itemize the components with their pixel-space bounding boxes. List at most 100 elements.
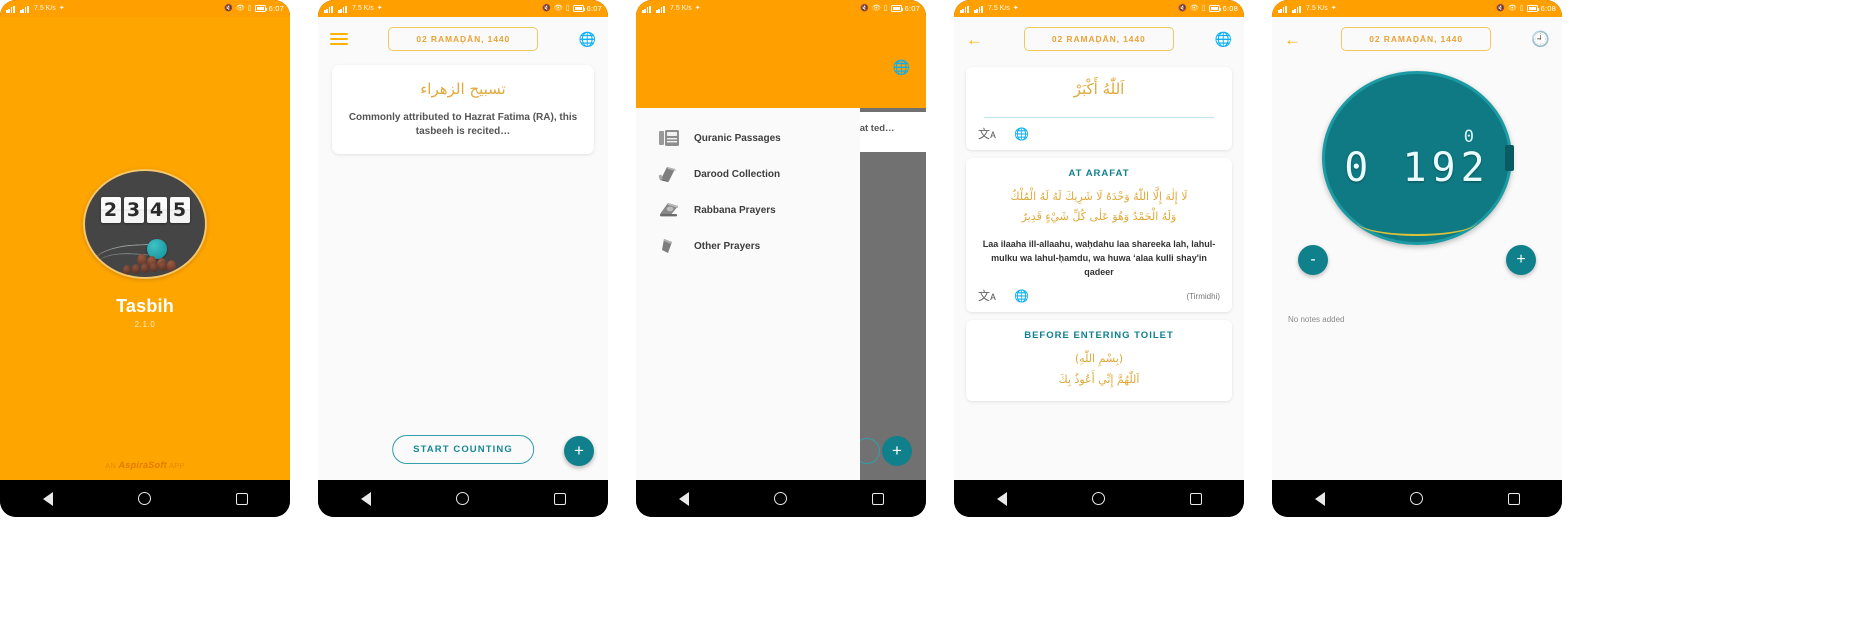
nav-home-icon[interactable] [1409, 492, 1423, 505]
status-bar-left: 7.5 K/s ✦ [1278, 5, 1337, 13]
drawer-item-rabbana-prayers[interactable]: Rabbana Prayers [636, 192, 860, 228]
status-bar-clock: 6:07 [268, 4, 284, 13]
dua-card[interactable]: AT ARAFAT لَا إِلٰهَ إِلَّا اللّٰهُ وَحْ… [966, 157, 1232, 313]
app-title: Tasbih [116, 295, 174, 316]
translate-icon[interactable]: 文ᴀ [978, 290, 996, 302]
dua-source: (Tirmidhi) [1186, 291, 1220, 301]
nav-home-icon[interactable] [455, 492, 469, 505]
logo-digit: 3 [123, 196, 144, 223]
location-icon: ✦ [1012, 5, 1019, 12]
counter-side-tab [1505, 145, 1514, 171]
status-bar-clock: 6:07 [904, 4, 920, 13]
nav-home-icon[interactable] [137, 492, 151, 505]
location-icon: ✦ [376, 5, 383, 12]
app-bar: ← 02 RAMAḌĀN, 1440 🌐 [954, 17, 1244, 61]
vibrate-icon: ▯ [1519, 5, 1524, 12]
nav-recents-icon[interactable] [1507, 492, 1520, 505]
android-nav-bar [636, 480, 926, 517]
add-fab-button[interactable]: + [564, 436, 594, 466]
drawer-item-label: Darood Collection [694, 168, 781, 180]
books-stack-icon [658, 165, 680, 183]
nav-recents-icon[interactable] [235, 492, 248, 505]
date-chip[interactable]: 02 RAMAḌĀN, 1440 [388, 27, 539, 51]
tasbih-counter-display[interactable]: 0 0 192 [1322, 71, 1514, 245]
globe-icon[interactable]: 🌐 [579, 32, 596, 46]
vibrate-icon: ▯ [565, 5, 570, 12]
nav-recents-icon[interactable] [871, 492, 884, 505]
tasbih-description: Commonly attributed to Hazrat Fatima (RA… [348, 111, 578, 138]
tasbih-card[interactable]: تسبيح الزهراء Commonly attributed to Haz… [332, 65, 594, 154]
eye-icon: 👁 [1507, 5, 1517, 12]
signal-icon [6, 5, 17, 13]
drawer-item-other-prayers[interactable]: Other Prayers [636, 228, 860, 264]
decrement-button[interactable]: - [1298, 245, 1328, 275]
globe-icon[interactable]: 🌐 [1014, 290, 1029, 302]
back-arrow-icon[interactable]: ← [966, 31, 983, 48]
bookmark-icon [658, 237, 680, 255]
dua-card[interactable]: BEFORE ENTERING TOILET (بِسْمِ اللّٰهِ) … [966, 320, 1232, 401]
dua-list-body: ← 02 RAMAḌĀN, 1440 🌐 اَللّٰهُ أَكْبَرْ 文… [954, 17, 1244, 480]
status-bar-left: 7.5 K/s ✦ [6, 5, 65, 13]
drawer-item-quranic-passages[interactable]: Quranic Passages [636, 120, 860, 156]
nav-recents-icon[interactable] [1189, 492, 1202, 505]
logo-counter-digits: 2 3 4 5 [85, 196, 205, 223]
location-icon: ✦ [58, 5, 65, 12]
history-icon[interactable]: 🕘 [1531, 32, 1550, 47]
dua-title: BEFORE ENTERING TOILET [1024, 330, 1174, 342]
back-arrow-icon[interactable]: ← [1284, 31, 1301, 48]
dua-transliteration: Laa ilaaha ill-allaahu, waḥdahu laa shar… [982, 239, 1216, 278]
nav-back-icon[interactable] [678, 491, 689, 506]
status-bar-clock: 6:08 [1222, 4, 1238, 13]
globe-icon[interactable]: 🌐 [1215, 32, 1232, 46]
date-chip[interactable]: 02 RAMAḌĀN, 1440 [1341, 27, 1492, 51]
dua-scroll-list[interactable]: اَللّٰهُ أَكْبَرْ 文ᴀ 🌐 AT ARAFAT لَا إِل… [954, 61, 1244, 480]
android-nav-bar [1272, 480, 1562, 517]
start-counting-button[interactable]: START COUNTING [392, 435, 534, 464]
dua-title: AT ARAFAT [1068, 167, 1130, 179]
data-rate-icon: 7.5 K/s [1306, 5, 1328, 12]
globe-icon[interactable]: 🌐 [1014, 128, 1029, 140]
drawer-header [636, 17, 860, 108]
hamburger-icon[interactable] [330, 33, 348, 45]
vibrate-icon: ▯ [247, 5, 252, 12]
nav-back-icon[interactable] [42, 491, 53, 506]
date-chip[interactable]: 02 RAMAḌĀN, 1440 [1023, 27, 1174, 51]
drawer-item-label: Quranic Passages [694, 132, 781, 144]
location-icon: ✦ [694, 5, 701, 12]
mute-icon: 🔇 [542, 5, 551, 12]
nav-recents-icon[interactable] [553, 492, 566, 505]
navigation-drawer: Quranic Passages Darood Collection Rabba… [636, 17, 860, 480]
screen-counter: 7.5 K/s ✦ 🔇 👁 ▯ 6:08 ← 02 RAMAḌĀN, 1440 … [1272, 0, 1562, 480]
status-bar: 7.5 K/s ✦ 🔇 👁 ▯ 6:07 [0, 0, 290, 17]
android-nav-bar [954, 480, 1244, 517]
nav-back-icon[interactable] [996, 491, 1007, 506]
battery-icon [890, 5, 903, 12]
dua-arabic-line: (بِسْمِ اللّٰهِ) [1074, 352, 1124, 366]
drawer-item-darood-collection[interactable]: Darood Collection [636, 156, 860, 192]
counter-target-value: 0 [1463, 126, 1475, 147]
screen-dua-list: 7.5 K/s ✦ 🔇 👁 ▯ 6:08 ← 02 RAMAḌĀN, 1440 … [954, 0, 1244, 480]
status-bar-left: 7.5 K/s ✦ [324, 5, 383, 13]
mute-icon: 🔇 [860, 5, 869, 12]
nav-home-icon[interactable] [1091, 492, 1105, 505]
nav-back-icon[interactable] [360, 491, 371, 506]
battery-icon [1526, 5, 1539, 12]
mute-icon: 🔇 [1178, 5, 1187, 12]
status-bar-left: 7.5 K/s ✦ [960, 5, 1019, 13]
counter-body: ← 02 RAMAḌĀN, 1440 🕘 0 0 192 - + No note… [1272, 17, 1562, 480]
translate-icon[interactable]: 文ᴀ [978, 128, 996, 140]
increment-button[interactable]: + [1506, 245, 1536, 275]
splash-content: 2 3 4 5 Tasbih 2.1.0 AN AspiraSoft APP [0, 17, 290, 480]
battery-icon [572, 5, 585, 12]
phone-frame-dua-list: 7.5 K/s ✦ 🔇 👁 ▯ 6:08 ← 02 RAMAḌĀN, 1440 … [954, 0, 1244, 517]
dua-card[interactable]: اَللّٰهُ أَكْبَرْ 文ᴀ 🌐 [966, 67, 1232, 150]
phone-frame-drawer: 7.5 K/s ✦ 🔇 👁 ▯ 6:07 🌐 rat ted… + Qurani… [636, 0, 926, 517]
status-bar-clock: 6:07 [586, 4, 602, 13]
nav-back-icon[interactable] [1314, 491, 1325, 506]
dua-arabic-line: لَا إِلٰهَ إِلَّا اللّٰهُ وَحْدَهُ لَا ش… [1010, 189, 1188, 203]
counter-current-value: 0 192 [1344, 144, 1490, 191]
add-fab-button[interactable]: + [882, 436, 912, 466]
nav-home-icon[interactable] [773, 492, 787, 505]
dua-card-actions: 文ᴀ 🌐 (Tirmidhi) [978, 290, 1220, 302]
phone-frame-splash: 7.5 K/s ✦ 🔇 👁 ▯ 6:07 2 3 4 5 Tasbih 2.1.… [0, 0, 290, 517]
